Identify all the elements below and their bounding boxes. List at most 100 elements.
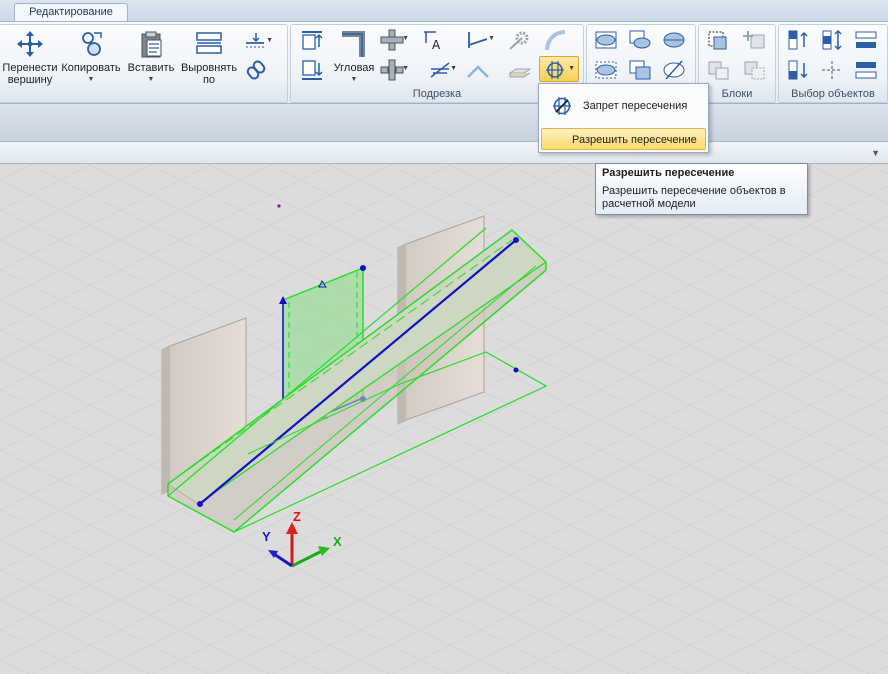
menu-item-forbid-intersection[interactable]: Запрет пересечения xyxy=(541,94,706,118)
angular-button[interactable]: Угловая ▼ xyxy=(333,27,375,91)
arc-button[interactable] xyxy=(541,27,571,53)
select-between-button[interactable] xyxy=(817,27,847,53)
offset-button[interactable]: ▼ xyxy=(241,29,273,55)
axis-z-label: Z xyxy=(293,509,301,524)
ellipse-cut-icon xyxy=(595,31,617,49)
intersection-dropdown-menu: Запрет пересечения Разрешить пересечение xyxy=(538,83,709,153)
move-vertex-icon xyxy=(17,31,43,57)
menu-item-allow-label: Разрешить пересечение xyxy=(572,134,697,146)
block-add-button[interactable] xyxy=(739,27,769,53)
axis-y-label: Y xyxy=(262,529,271,544)
align-label-2: по xyxy=(202,74,216,86)
t-join-dropdown-icon[interactable]: ▼ xyxy=(402,65,409,72)
select-cross-button[interactable] xyxy=(817,57,847,83)
svg-text:A: A xyxy=(432,38,441,51)
paste-label: Вставить xyxy=(127,62,175,74)
tooltip-body-line1: Разрешить пересечение объектов в xyxy=(602,185,786,197)
t-join-button[interactable]: ▼ xyxy=(377,57,409,83)
extend-up-button[interactable] xyxy=(297,27,327,53)
intersection-button[interactable]: ▼ xyxy=(539,56,579,82)
tooltip-title: Разрешить пересечение xyxy=(602,167,735,179)
shape-button-1[interactable] xyxy=(591,27,621,53)
shape-button-6[interactable] xyxy=(659,57,689,83)
link-button[interactable] xyxy=(241,57,271,83)
shape-button-5[interactable] xyxy=(625,57,655,83)
slab-icon xyxy=(508,68,532,78)
slope-button[interactable]: ▼ xyxy=(463,27,495,53)
shape-button-4[interactable] xyxy=(591,57,621,83)
roof-icon xyxy=(467,65,489,78)
cross-join-dropdown-icon[interactable]: ▼ xyxy=(402,35,409,42)
roof-button[interactable] xyxy=(463,57,493,83)
move-vertex-label-2: вершину xyxy=(7,74,53,86)
cut-line-button[interactable]: ▼ xyxy=(425,57,457,83)
arc-icon xyxy=(545,30,566,51)
align-label-1: Выровнять xyxy=(180,62,238,74)
tooltip-body-line2: расчетной модели xyxy=(602,198,696,210)
menu-item-allow-intersection[interactable]: Разрешить пересечение xyxy=(541,128,706,150)
angular-dropdown-icon[interactable]: ▼ xyxy=(333,74,375,86)
select-horizontal-icon xyxy=(855,31,877,48)
edit-group: Перенести вершину Копировать ▼ Вставить … xyxy=(0,24,288,103)
select-objects-group-label: Выбор объектов xyxy=(791,88,875,100)
slope-icon xyxy=(468,32,488,48)
model-scene[interactable]: Z X Y xyxy=(0,164,888,674)
select-between-icon xyxy=(822,29,842,51)
overlap-icon xyxy=(629,30,651,49)
move-vertex-button[interactable]: Перенести вершину xyxy=(1,27,59,91)
intersection-dropdown-icon[interactable]: ▼ xyxy=(568,65,575,72)
copy-dropdown-icon[interactable]: ▼ xyxy=(59,74,123,86)
link-icon xyxy=(246,60,266,80)
select-horizontal-button[interactable] xyxy=(851,27,881,53)
select-cross-icon xyxy=(822,61,842,79)
forbid-intersection-icon xyxy=(553,97,571,115)
select-rows-icon xyxy=(855,62,877,79)
blocks-group: Блоки xyxy=(698,24,776,103)
text-trim-button[interactable]: A xyxy=(419,27,449,53)
copy-button[interactable]: Копировать ▼ xyxy=(59,27,123,91)
shape-button-3[interactable] xyxy=(659,27,689,53)
align-button[interactable]: Выровнять по xyxy=(179,27,239,91)
settings-gear-button[interactable] xyxy=(505,27,535,53)
chevron-down-icon[interactable]: ▼ xyxy=(871,148,880,158)
stacked-shape-icon xyxy=(629,60,651,80)
select-below-button[interactable] xyxy=(783,57,813,83)
dashed-ellipse-icon xyxy=(595,61,617,79)
angular-corner-icon xyxy=(342,31,365,57)
copy-label: Копировать xyxy=(61,62,121,74)
gear-icon xyxy=(509,31,529,50)
shape-button-2[interactable] xyxy=(625,27,655,53)
model-viewport[interactable]: Z X Y xyxy=(0,164,888,674)
offset-dropdown-icon[interactable]: ▼ xyxy=(266,37,273,44)
offset-icon xyxy=(246,33,264,48)
paste-icon xyxy=(141,31,162,58)
ribbon: Перенести вершину Копировать ▼ Вставить … xyxy=(0,21,888,104)
block-edit-button[interactable] xyxy=(739,57,769,83)
menu-item-forbid-label: Запрет пересечения xyxy=(583,100,688,112)
extend-up-icon xyxy=(302,31,323,50)
ribbon-tab-strip: Редактирование xyxy=(0,0,888,22)
extend-down-button[interactable] xyxy=(297,57,327,83)
select-below-icon xyxy=(788,60,808,80)
block-explode-button[interactable] xyxy=(703,57,733,83)
half-ellipse-icon xyxy=(663,32,685,48)
paste-dropdown-icon[interactable]: ▼ xyxy=(125,74,177,86)
slope-dropdown-icon[interactable]: ▼ xyxy=(488,35,495,42)
align-icon xyxy=(196,32,222,54)
cut-line-dropdown-icon[interactable]: ▼ xyxy=(450,65,457,72)
cut-line-icon xyxy=(430,62,450,78)
tooltip: Разрешить пересечение Разрешить пересече… xyxy=(595,163,808,215)
blocks-group-label: Блоки xyxy=(721,88,753,100)
cross-join-icon xyxy=(380,29,404,51)
tab-editing[interactable]: Редактирование xyxy=(14,3,128,22)
t-join-icon xyxy=(380,59,404,81)
block-create-icon xyxy=(708,31,727,50)
slab-button[interactable] xyxy=(505,57,535,83)
select-above-button[interactable] xyxy=(783,27,813,53)
cross-join-button[interactable]: ▼ xyxy=(377,27,409,53)
text-trim-icon: A xyxy=(424,31,441,51)
axis-x-label: X xyxy=(333,534,342,549)
paste-button[interactable]: Вставить ▼ xyxy=(125,27,177,91)
block-create-button[interactable] xyxy=(703,27,733,53)
select-rows-button[interactable] xyxy=(851,57,881,83)
